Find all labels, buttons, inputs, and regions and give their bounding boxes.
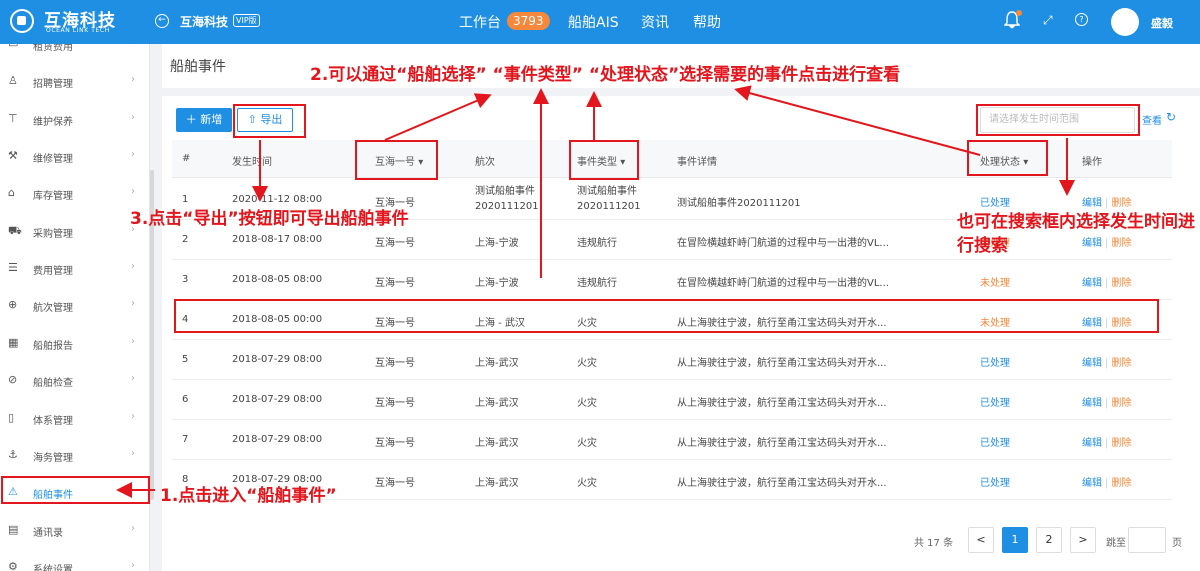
arrow-from-status bbox=[734, 85, 981, 156]
annotation-step3: 3.点击“导出”按钮即可导出船舶事件 bbox=[130, 209, 409, 229]
arrow-from-ship bbox=[384, 93, 492, 141]
annotation-step2: 2.可以通过“船舶选择” “事件类型” “处理状态”选择需要的事件点击进行查看 bbox=[310, 65, 901, 85]
annotation-search-tip: 也可在搜索框内选择发生时间进行搜索 bbox=[957, 212, 1195, 256]
annotation-step1: 1.点击进入“船舶事件” bbox=[160, 486, 337, 506]
